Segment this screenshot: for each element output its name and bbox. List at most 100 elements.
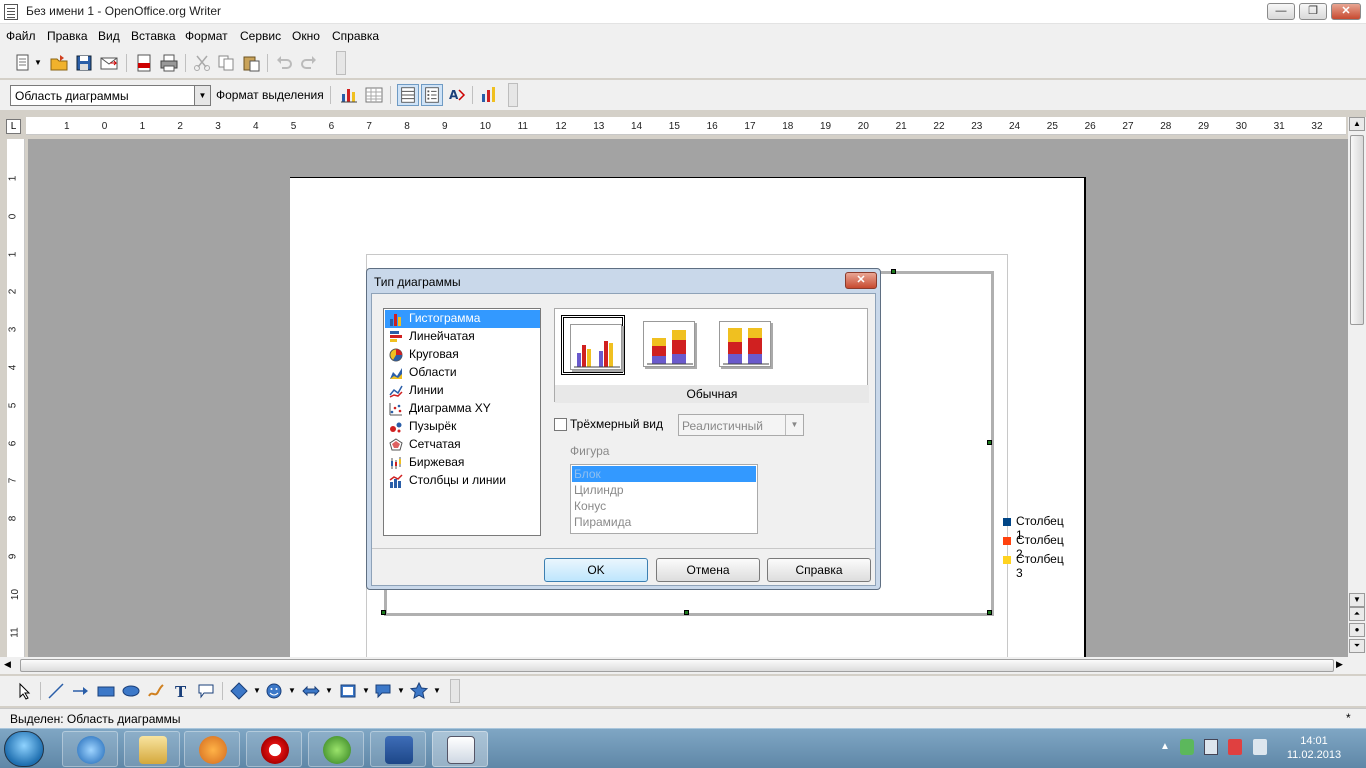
ellipse-tool-icon[interactable]: [122, 682, 140, 700]
navigator-icon[interactable]: ●: [1349, 623, 1365, 637]
shape-item[interactable]: Цилиндр: [572, 482, 756, 498]
shape-item[interactable]: Пирамида: [572, 514, 756, 530]
dropdown-arrow-icon[interactable]: ▼: [397, 682, 405, 700]
taskbar-opera[interactable]: [246, 731, 302, 767]
email-document-icon[interactable]: [100, 54, 118, 72]
cut-icon[interactable]: [193, 54, 211, 72]
chart-type-item[interactable]: Гистограмма: [385, 310, 540, 328]
open-folder-icon[interactable]: [50, 54, 68, 72]
new-document-icon[interactable]: [14, 54, 32, 72]
taskbar-aimp[interactable]: [184, 731, 240, 767]
chart-type-item[interactable]: Круговая: [385, 346, 540, 364]
format-selection-button[interactable]: Формат выделения: [216, 88, 324, 102]
symbol-shapes-icon[interactable]: [265, 682, 283, 700]
variant-stacked[interactable]: [637, 315, 701, 375]
next-page-icon[interactable]: ⏷: [1349, 639, 1365, 653]
shape-item[interactable]: Конус: [572, 498, 756, 514]
vertical-scroll-thumb[interactable]: [1350, 135, 1364, 325]
taskbar-explorer[interactable]: [124, 731, 180, 767]
dialog-close-button[interactable]: ✕: [845, 272, 877, 289]
arrow-line-icon[interactable]: [72, 682, 90, 700]
chart-type-item[interactable]: Биржевая: [385, 454, 540, 472]
chart-element-combo[interactable]: Область диаграммы ▼: [10, 85, 211, 106]
text-tool-icon[interactable]: T: [172, 682, 190, 700]
copy-icon[interactable]: [217, 54, 235, 72]
select-arrow-icon[interactable]: [16, 682, 34, 700]
dropdown-arrow-icon[interactable]: ▼: [288, 682, 296, 700]
chart-type-item[interactable]: Сетчатая: [385, 436, 540, 454]
toolbar-overflow-handle[interactable]: [336, 51, 346, 75]
callouts-icon[interactable]: [374, 682, 392, 700]
chart-legend[interactable]: Столбец 1 Столбец 2 Столбец 3: [1003, 514, 1064, 580]
undo-icon[interactable]: [275, 54, 293, 72]
ok-button[interactable]: OK: [544, 558, 648, 582]
menu-insert[interactable]: Вставка: [131, 29, 176, 43]
minimize-button[interactable]: —: [1267, 3, 1295, 20]
basic-shapes-icon[interactable]: [230, 682, 248, 700]
taskbar-openoffice-writer[interactable]: [432, 731, 488, 767]
chart-type-item[interactable]: Линейчатая: [385, 328, 540, 346]
dropdown-arrow-icon[interactable]: ▼: [253, 682, 261, 700]
line-tool-icon[interactable]: [47, 682, 65, 700]
network-download-icon[interactable]: [1180, 739, 1194, 755]
resize-handle[interactable]: [987, 610, 992, 615]
scroll-right-icon[interactable]: ▶: [1336, 659, 1343, 670]
menu-format[interactable]: Формат: [185, 29, 228, 43]
stars-icon[interactable]: [410, 682, 428, 700]
scale-text-icon[interactable]: A: [448, 86, 466, 104]
menu-window[interactable]: Окно: [292, 29, 320, 43]
vertical-ruler[interactable]: 1 0 1 2 3 4 5 6 7 8 9 10 11: [7, 139, 25, 657]
taskbar-word[interactable]: [370, 731, 426, 767]
chart-type-item[interactable]: Области: [385, 364, 540, 382]
chart-type-item[interactable]: Пузырёк: [385, 418, 540, 436]
action-center-icon[interactable]: [1228, 739, 1242, 755]
dropdown-arrow-icon[interactable]: ▼: [325, 682, 333, 700]
chevron-down-icon[interactable]: ▼: [785, 415, 803, 435]
maximize-button[interactable]: ❐: [1299, 3, 1327, 20]
shape-list[interactable]: Блок Цилиндр Конус Пирамида: [570, 464, 758, 534]
export-pdf-icon[interactable]: [135, 54, 153, 72]
chart-type-item[interactable]: Линии: [385, 382, 540, 400]
network-status-icon[interactable]: [1204, 739, 1218, 755]
resize-handle[interactable]: [891, 269, 896, 274]
scroll-left-icon[interactable]: ◀: [4, 659, 11, 670]
toolbar-overflow-handle[interactable]: [450, 679, 460, 703]
chevron-down-icon[interactable]: ▼: [194, 86, 210, 105]
flowchart-icon[interactable]: [339, 682, 357, 700]
horizontal-scroll-thumb[interactable]: [20, 659, 1334, 672]
variant-normal[interactable]: [561, 315, 625, 375]
start-button[interactable]: [4, 731, 44, 767]
dropdown-arrow-icon[interactable]: ▼: [433, 682, 441, 700]
menu-tools[interactable]: Сервис: [240, 29, 281, 43]
print-icon[interactable]: [160, 54, 178, 72]
variant-percent-stacked[interactable]: [713, 315, 777, 375]
taskbar-utorrent[interactable]: [308, 731, 364, 767]
paste-icon[interactable]: [242, 54, 260, 72]
menu-file[interactable]: Файл: [6, 29, 36, 43]
redo-icon[interactable]: [300, 54, 318, 72]
legend-toggle-icon[interactable]: [421, 84, 443, 106]
menu-edit[interactable]: Правка: [47, 29, 88, 43]
horizontal-grid-icon[interactable]: [397, 84, 419, 106]
dropdown-arrow-icon[interactable]: ▼: [362, 682, 370, 700]
callout-tool-icon[interactable]: [197, 682, 215, 700]
menu-view[interactable]: Вид: [98, 29, 120, 43]
taskbar-internet-explorer[interactable]: [62, 731, 118, 767]
previous-page-icon[interactable]: ⏶: [1349, 607, 1365, 621]
resize-handle[interactable]: [987, 440, 992, 445]
data-table-icon[interactable]: [365, 86, 383, 104]
chart-type-icon[interactable]: [340, 86, 358, 104]
new-dropdown-arrow-icon[interactable]: ▼: [34, 54, 42, 72]
resize-handle[interactable]: [381, 610, 386, 615]
scroll-up-icon[interactable]: ▲: [1349, 117, 1365, 131]
shape-item[interactable]: Блок: [572, 466, 756, 482]
automatic-layout-icon[interactable]: [480, 86, 498, 104]
chart-type-item[interactable]: Диаграмма XY: [385, 400, 540, 418]
cancel-button[interactable]: Отмена: [656, 558, 760, 582]
three-d-style-combo[interactable]: Реалистичный ▼: [678, 414, 804, 436]
close-window-button[interactable]: ✕: [1331, 3, 1361, 20]
system-clock[interactable]: 14:01 11.02.2013: [1284, 734, 1344, 762]
toolbar-overflow-handle[interactable]: [508, 83, 518, 107]
volume-icon[interactable]: [1253, 739, 1267, 755]
rectangle-tool-icon[interactable]: [97, 682, 115, 700]
